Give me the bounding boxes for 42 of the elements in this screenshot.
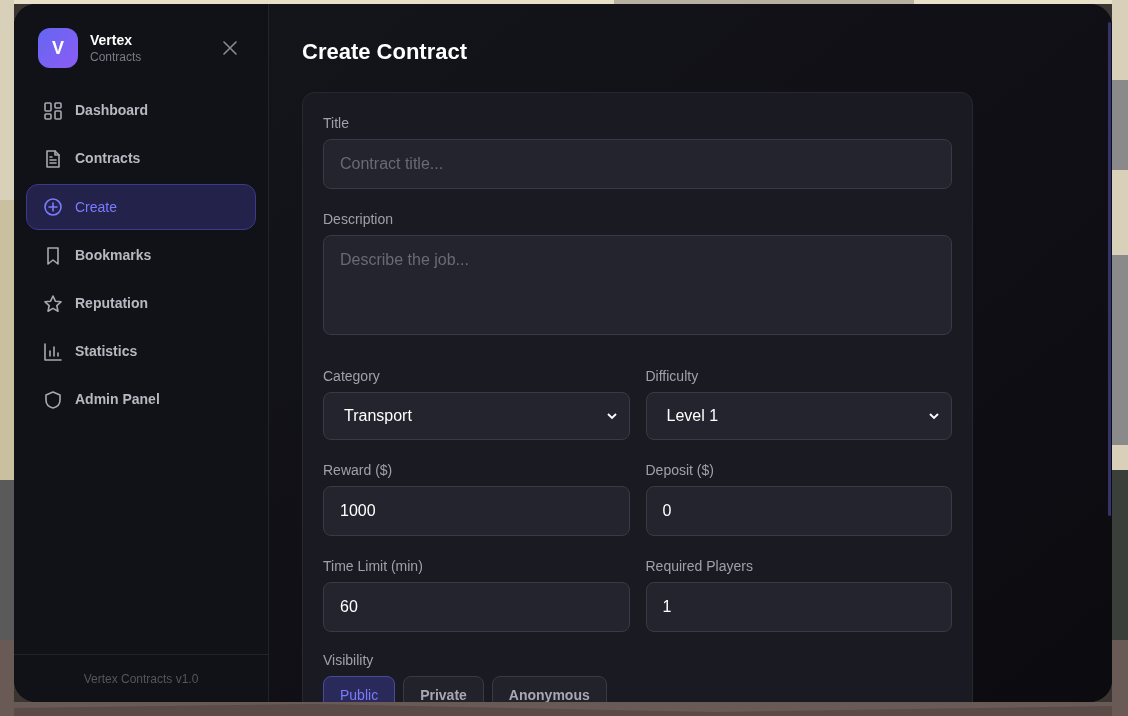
visibility-option[interactable]: Anonymous: [491, 676, 607, 702]
field-label: Reward ($): [323, 461, 394, 480]
field-label: Title: [323, 114, 350, 133]
select-field[interactable]: Level 1: [645, 392, 952, 440]
nav-item[interactable]: Bookmarks: [26, 233, 256, 278]
shield-icon: [43, 389, 63, 410]
nav-item[interactable]: Create: [26, 184, 256, 230]
field-label: Category: [323, 367, 381, 386]
input-field[interactable]: Contract title...: [323, 139, 952, 189]
field-label: Visibility: [323, 651, 375, 670]
bar-chart-icon: [43, 341, 63, 362]
page-title: Create Contract: [302, 38, 469, 66]
visibility-option[interactable]: Public: [323, 676, 396, 702]
grid-icon: [43, 100, 63, 121]
star-icon: [43, 293, 63, 314]
brand-name: Vertex: [90, 31, 134, 49]
input-field[interactable]: 0: [645, 486, 952, 536]
textarea-field[interactable]: Describe the job...: [323, 235, 952, 335]
nav-item[interactable]: Contracts: [26, 136, 256, 181]
field-label: Deposit ($): [645, 461, 715, 480]
input-field[interactable]: 60: [323, 582, 630, 632]
select-field[interactable]: Transport: [323, 392, 630, 440]
document-icon: [43, 148, 63, 169]
input-field[interactable]: 1000: [323, 486, 630, 536]
brand-subtitle: Contracts: [90, 49, 142, 65]
logo: V: [38, 28, 78, 68]
nav-item[interactable]: Statistics: [26, 329, 256, 374]
nav-item[interactable]: Dashboard: [26, 88, 256, 133]
nav-item[interactable]: Reputation: [26, 281, 256, 326]
field-label: Description: [323, 210, 395, 229]
chevron-down-icon: [606, 412, 617, 420]
chevron-down-icon: [929, 412, 939, 420]
visibility-option[interactable]: Private: [403, 676, 484, 702]
close-icon: [223, 41, 237, 55]
field-label: Time Limit (min): [323, 557, 424, 576]
plus-circle-icon: [43, 197, 63, 217]
close-button[interactable]: [220, 38, 240, 58]
field-label: Required Players: [645, 557, 754, 576]
field-label: Difficulty: [645, 367, 700, 386]
nav-item[interactable]: Admin Panel: [26, 377, 256, 422]
version-text: Vertex Contracts v1.0: [83, 670, 199, 688]
input-field[interactable]: 1: [645, 582, 952, 632]
